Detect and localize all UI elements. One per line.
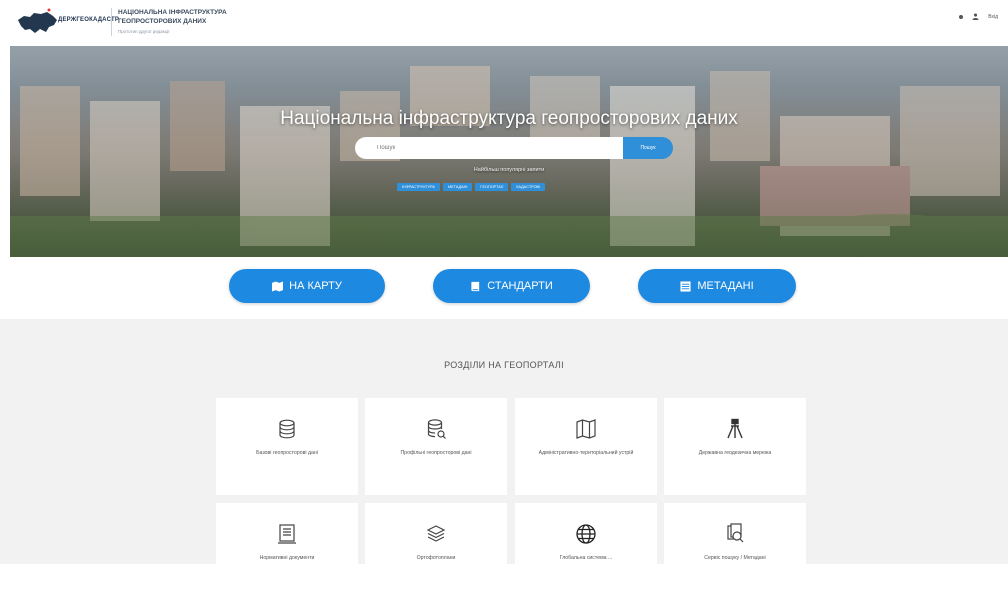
metadata-button[interactable]: МЕТАДАНІ <box>638 269 796 303</box>
logo-text: ДЕРЖГЕОКАДАСТР <box>58 17 120 23</box>
popular-tags: ІНФРАСТРУКТУРА МЕТАДАНІ ГЕОПОРТАЛ КАДАСТ… <box>397 183 546 191</box>
layers-icon <box>426 525 446 542</box>
card-label: Нормативні документи <box>259 555 315 561</box>
card-profile-geodata[interactable]: Профільні геопросторові дані <box>365 398 507 495</box>
standards-button[interactable]: СТАНДАРТИ <box>433 269 590 303</box>
document-icon <box>278 524 296 544</box>
tag-infrastructure[interactable]: ІНФРАСТРУКТУРА <box>397 183 440 191</box>
card-orthophoto[interactable]: Ортофотоплани <box>365 503 507 600</box>
map-icon <box>576 419 596 439</box>
card-global-system[interactable]: Глобальна система ... <box>515 503 657 600</box>
user-icon[interactable] <box>972 13 979 20</box>
book-icon <box>471 281 480 291</box>
card-label: Базові геопросторові дані <box>256 450 318 456</box>
card-label: Державна геодезична мережа <box>698 450 772 456</box>
site-header: ДЕРЖГЕОКАДАСТР НАЦІОНАЛЬНА ІНФРАСТРУКТУР… <box>0 0 1008 46</box>
search-docs-icon <box>727 523 744 543</box>
portal-sections: РОЗДІЛИ НА ГЕОПОРТАЛІ Базові геопросторо… <box>0 319 1008 600</box>
language-dot-icon[interactable] <box>959 14 964 19</box>
tag-cadastral[interactable]: КАДАСТРОВІ <box>511 183 546 191</box>
to-map-label: НА КАРТУ <box>289 280 342 292</box>
card-normative-docs[interactable]: Нормативні документи <box>216 503 358 600</box>
sections-title: РОЗДІЛИ НА ГЕОПОРТАЛІ <box>444 360 564 370</box>
card-base-geodata[interactable]: Базові геопросторові дані <box>216 398 358 495</box>
map-icon <box>272 280 284 292</box>
logo-divider <box>111 8 112 36</box>
card-label: Адміністративно-територіальний устрій <box>538 450 634 456</box>
header-actions: Вхід <box>959 13 998 20</box>
globe-icon <box>576 524 596 544</box>
database-icon <box>279 419 295 439</box>
site-subtitle: Прототип другої редакції <box>118 29 170 34</box>
action-buttons: НА КАРТУ СТАНДАРТИ МЕТАДАНІ <box>0 269 1008 305</box>
list-icon <box>680 280 691 292</box>
site-title[interactable]: НАЦІОНАЛЬНА ІНФРАСТРУКТУРА ГЕОПРОСТОРОВИ… <box>118 8 278 26</box>
database-search-icon <box>427 419 446 439</box>
popular-queries-label: Найбільш популярні запити <box>473 167 545 173</box>
tripod-icon <box>727 418 743 439</box>
hero-title: Національна інфраструктура геопросторови… <box>280 108 738 129</box>
card-label: Сервіс пошуку / Метадані <box>704 555 766 561</box>
metadata-label: МЕТАДАНІ <box>697 280 754 292</box>
tag-geoportal[interactable]: ГЕОПОРТАЛ <box>475 183 509 191</box>
card-label: Ортофотоплани <box>416 555 456 561</box>
standards-label: СТАНДАРТИ <box>487 280 553 292</box>
tag-metadata[interactable]: МЕТАДАНІ <box>442 183 473 191</box>
to-map-button[interactable]: НА КАРТУ <box>229 269 385 303</box>
card-label: Профільні геопросторові дані <box>400 450 472 456</box>
hero-banner: Національна інфраструктура геопросторови… <box>10 46 1008 257</box>
card-label: Глобальна система ... <box>559 555 613 561</box>
ukraine-map-icon[interactable] <box>16 8 58 36</box>
card-geodetic-network[interactable]: Державна геодезична мережа <box>664 398 806 495</box>
site-title-line1: НАЦІОНАЛЬНА ІНФРАСТРУКТУРА <box>118 9 227 16</box>
card-search-service[interactable]: Сервіс пошуку / Метадані <box>664 503 806 600</box>
search-input[interactable] <box>355 137 625 159</box>
login-link[interactable]: Вхід <box>988 14 998 20</box>
site-title-line2: ГЕОПРОСТОРОВИХ ДАНИХ <box>118 18 207 25</box>
card-admin-territory[interactable]: Адміністративно-територіальний устрій <box>515 398 657 495</box>
search-button[interactable]: Пошук <box>623 137 673 159</box>
